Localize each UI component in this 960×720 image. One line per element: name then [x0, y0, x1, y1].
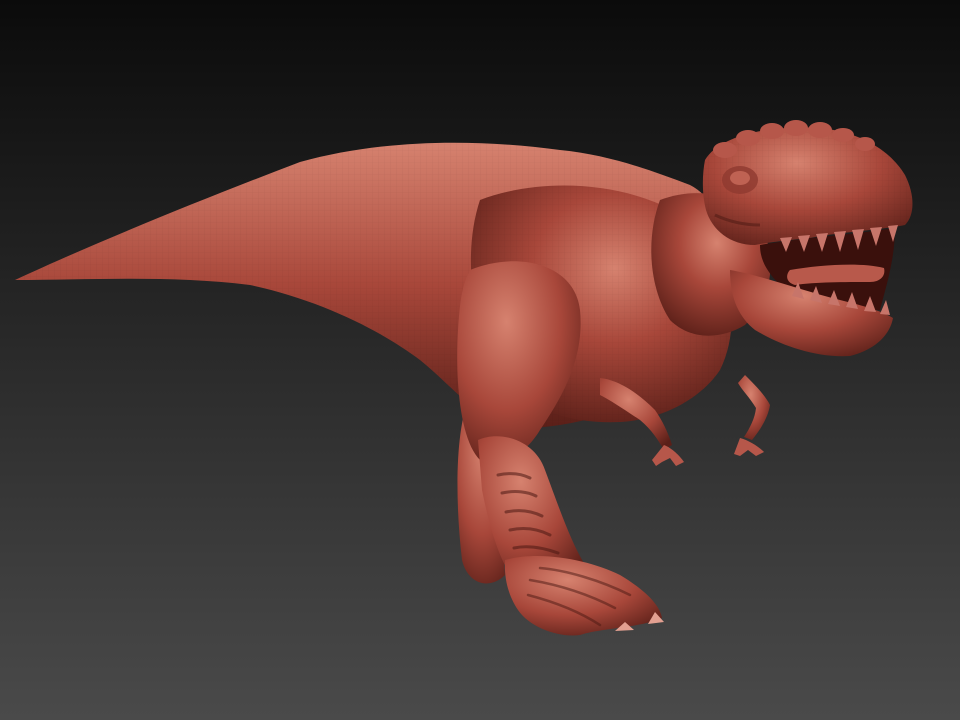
3d-viewport[interactable]: [0, 0, 960, 720]
sculpt-render: [0, 0, 960, 720]
